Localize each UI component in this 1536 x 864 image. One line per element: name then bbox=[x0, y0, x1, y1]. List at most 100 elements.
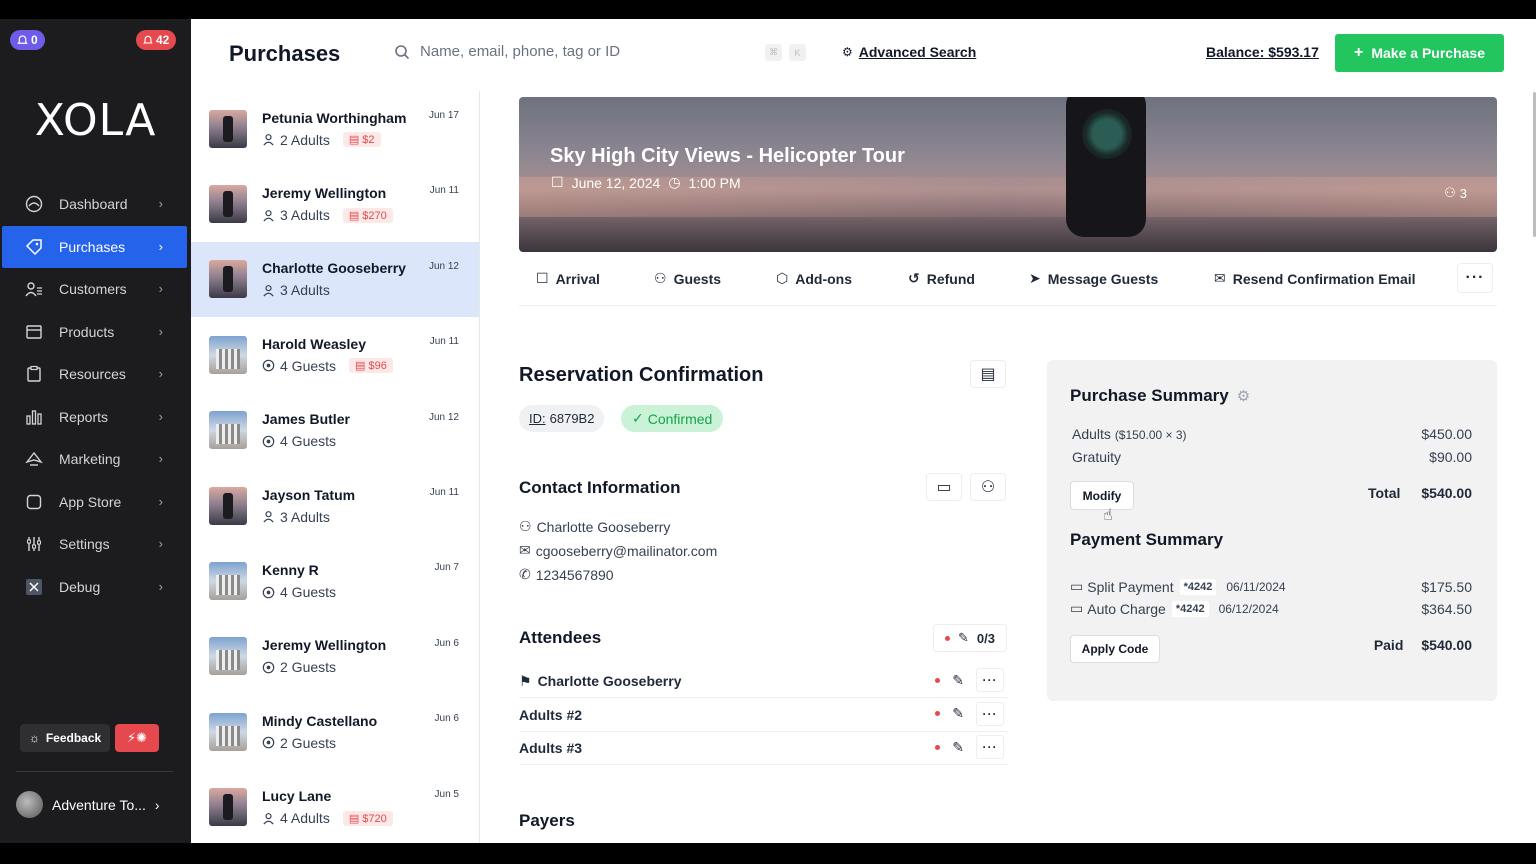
credit-card-icon: ▭ bbox=[1070, 600, 1084, 616]
alerts-badge[interactable]: 42 bbox=[136, 30, 177, 50]
send-icon: ➤ bbox=[1029, 270, 1041, 286]
list-item[interactable]: Mindy Castellano 2 Guests Jun 6 bbox=[191, 694, 479, 769]
payment-date: 06/12/2024 bbox=[1218, 601, 1279, 616]
sidebar-item-purchases[interactable]: Purchases › bbox=[2, 225, 187, 268]
purchase-party: 4 Guests bbox=[262, 584, 336, 600]
gratuity-label: Gratuity bbox=[1072, 449, 1122, 465]
sidebar-item-settings[interactable]: Settings › bbox=[0, 523, 191, 566]
sidebar-item-products[interactable]: Products › bbox=[0, 311, 191, 354]
list-item[interactable]: James Butler 4 Guests Jun 12 bbox=[191, 393, 479, 468]
attendees-edit-count[interactable]: ✎ 0/3 bbox=[933, 624, 1007, 652]
purchase-thumbnail bbox=[209, 712, 247, 751]
products-icon bbox=[24, 322, 44, 342]
attendee-row[interactable]: ⚑ Charlotte Gooseberry ✎ ··· bbox=[519, 665, 1008, 698]
more-actions-button[interactable]: ··· bbox=[1457, 263, 1493, 293]
list-item[interactable]: Jeremy Wellington 3 Adults ▤ $270 Jun 11 bbox=[191, 166, 479, 241]
purchase-date: Jun 5 bbox=[434, 788, 459, 800]
adults-line: Adults ($150.00 × 3) $450.00 bbox=[1072, 426, 1472, 442]
amount-due-badge: ▤ $270 bbox=[342, 207, 393, 223]
list-item[interactable]: Kenny R 4 Guests Jun 7 bbox=[191, 543, 479, 618]
reservation-id[interactable]: ID: 6879B2 bbox=[519, 405, 605, 432]
resend-confirmation-button[interactable]: ✉ Resend Confirmation Email bbox=[1214, 270, 1416, 287]
sidebar-item-label: Debug bbox=[59, 578, 101, 595]
sidebar-item-app-store[interactable]: App Store › bbox=[0, 481, 191, 524]
apply-code-button[interactable]: Apply Code bbox=[1070, 635, 1160, 663]
pencil-icon[interactable]: ✎ bbox=[952, 739, 964, 756]
user-icon: ⚇ bbox=[519, 518, 532, 534]
chevron-right-icon: › bbox=[158, 578, 163, 594]
notifications-badge[interactable]: 0 bbox=[10, 30, 45, 50]
party-size: 3 Adults bbox=[280, 207, 330, 224]
avatar bbox=[16, 791, 43, 818]
sidebar-item-resources[interactable]: Resources › bbox=[0, 353, 191, 396]
account-switcher[interactable]: Adventure To... › bbox=[16, 791, 160, 818]
app-store-icon bbox=[24, 492, 44, 512]
app-window: 0 42 XOLA Dashboard › Purchases › Custom… bbox=[0, 19, 1536, 843]
report-bug-button[interactable]: ⚡✺ bbox=[115, 724, 159, 752]
make-purchase-button[interactable]: + Make a Purchase bbox=[1335, 34, 1504, 72]
purchase-date: Jun 12 bbox=[428, 411, 459, 423]
feedback-button[interactable]: ☼ Feedback bbox=[20, 724, 110, 752]
message-contact-button[interactable]: ▭ bbox=[926, 473, 962, 501]
modify-button[interactable]: Modify bbox=[1070, 481, 1134, 510]
contact-email[interactable]: ✉ cgooseberry@mailinator.com bbox=[519, 542, 717, 559]
list-item[interactable]: Lucy Lane 4 Adults ▤ $720 Jun 5 bbox=[191, 770, 479, 843]
arrival-button[interactable]: ☐ Arrival bbox=[536, 270, 600, 287]
gear-icon[interactable]: ⚙ bbox=[1237, 387, 1250, 405]
message-guests-button[interactable]: ➤ Message Guests bbox=[1029, 270, 1158, 287]
guests-icon bbox=[262, 661, 275, 674]
brand-logo[interactable]: XOLA bbox=[0, 95, 191, 146]
contact-phone[interactable]: ✆ 1234567890 bbox=[519, 566, 614, 583]
amount-due-value: $96 bbox=[368, 360, 387, 373]
event-guest-count: ⚇ 3 bbox=[1444, 185, 1467, 201]
attendee-more-button[interactable]: ··· bbox=[976, 668, 1004, 692]
purchase-party: 4 Guests bbox=[262, 433, 350, 449]
attendee-row[interactable]: Adults #3 ✎ ··· bbox=[519, 732, 1008, 765]
attendee-more-button[interactable]: ··· bbox=[976, 701, 1004, 726]
calendar-icon: ☐ bbox=[551, 174, 564, 190]
purchase-customer-name: Jeremy Wellington bbox=[262, 185, 387, 202]
attendee-more-button[interactable]: ··· bbox=[976, 735, 1004, 759]
sidebar-item-label: Dashboard bbox=[59, 196, 128, 213]
purchase-customer-name: Jayson Tatum bbox=[262, 486, 356, 503]
balance-link[interactable]: Balance: $593.17 bbox=[1206, 44, 1319, 60]
payment-date: 06/11/2024 bbox=[1226, 579, 1286, 594]
sidebar-item-dashboard[interactable]: Dashboard › bbox=[0, 183, 191, 226]
list-item[interactable]: Harold Weasley 4 Guests ▤ $96 Jun 11 bbox=[191, 317, 479, 392]
mail-icon: ✉ bbox=[1214, 270, 1226, 286]
list-item[interactable]: Jeremy Wellington 2 Guests Jun 6 bbox=[191, 619, 479, 694]
banner-dial bbox=[1082, 109, 1132, 159]
sidebar-item-customers[interactable]: Customers › bbox=[0, 268, 191, 311]
check-icon: ✓ bbox=[632, 410, 644, 426]
list-item[interactable]: Jayson Tatum 3 Adults Jun 11 bbox=[191, 468, 479, 543]
missing-info-dot bbox=[945, 635, 950, 641]
view-customer-button[interactable]: ⚇ bbox=[970, 473, 1006, 501]
paid-line: Paid $540.00 bbox=[1374, 637, 1472, 653]
purchase-thumbnail bbox=[209, 486, 247, 525]
advanced-search-link[interactable]: ⚙ Advanced Search bbox=[842, 44, 976, 60]
more-icon: ··· bbox=[982, 706, 998, 721]
purchase-party: 4 Adults ▤ $720 bbox=[262, 810, 393, 826]
purchase-customer-name: Mindy Castellano bbox=[262, 712, 378, 729]
chevron-right-icon: › bbox=[158, 196, 163, 211]
sidebar-item-debug[interactable]: Debug › bbox=[0, 566, 191, 609]
search-input[interactable]: Name, email, phone, tag or ID bbox=[420, 43, 620, 60]
sidebar-item-marketing[interactable]: Marketing › bbox=[0, 438, 191, 481]
addons-button[interactable]: ⬡ Add-ons bbox=[776, 270, 852, 287]
attendee-row[interactable]: Adults #2 ✎ ··· bbox=[519, 699, 1008, 732]
marketing-icon bbox=[24, 449, 44, 469]
pencil-icon[interactable]: ✎ bbox=[952, 705, 964, 722]
list-item[interactable]: Charlotte Gooseberry 3 Adults Jun 12 bbox=[191, 241, 479, 318]
cursor-hand-icon: ☝ bbox=[1103, 507, 1113, 524]
purchase-customer-name: Jeremy Wellington bbox=[262, 637, 387, 654]
search-bar[interactable]: Name, email, phone, tag or ID bbox=[394, 43, 814, 60]
refund-button[interactable]: ↺ Refund bbox=[908, 270, 975, 287]
list-item[interactable]: Petunia Worthingham 2 Adults ▤ $2 Jun 17 bbox=[191, 91, 479, 166]
checkbox-icon: ☐ bbox=[536, 270, 549, 286]
pencil-icon[interactable]: ✎ bbox=[952, 672, 964, 689]
attendee-tools: ✎ ··· bbox=[935, 668, 1004, 692]
guests-button[interactable]: ⚇ Guests bbox=[654, 270, 721, 287]
receipt-button[interactable]: ▤ bbox=[970, 360, 1006, 388]
purchase-date: Jun 11 bbox=[429, 486, 459, 498]
sidebar-item-reports[interactable]: Reports › bbox=[0, 396, 191, 439]
